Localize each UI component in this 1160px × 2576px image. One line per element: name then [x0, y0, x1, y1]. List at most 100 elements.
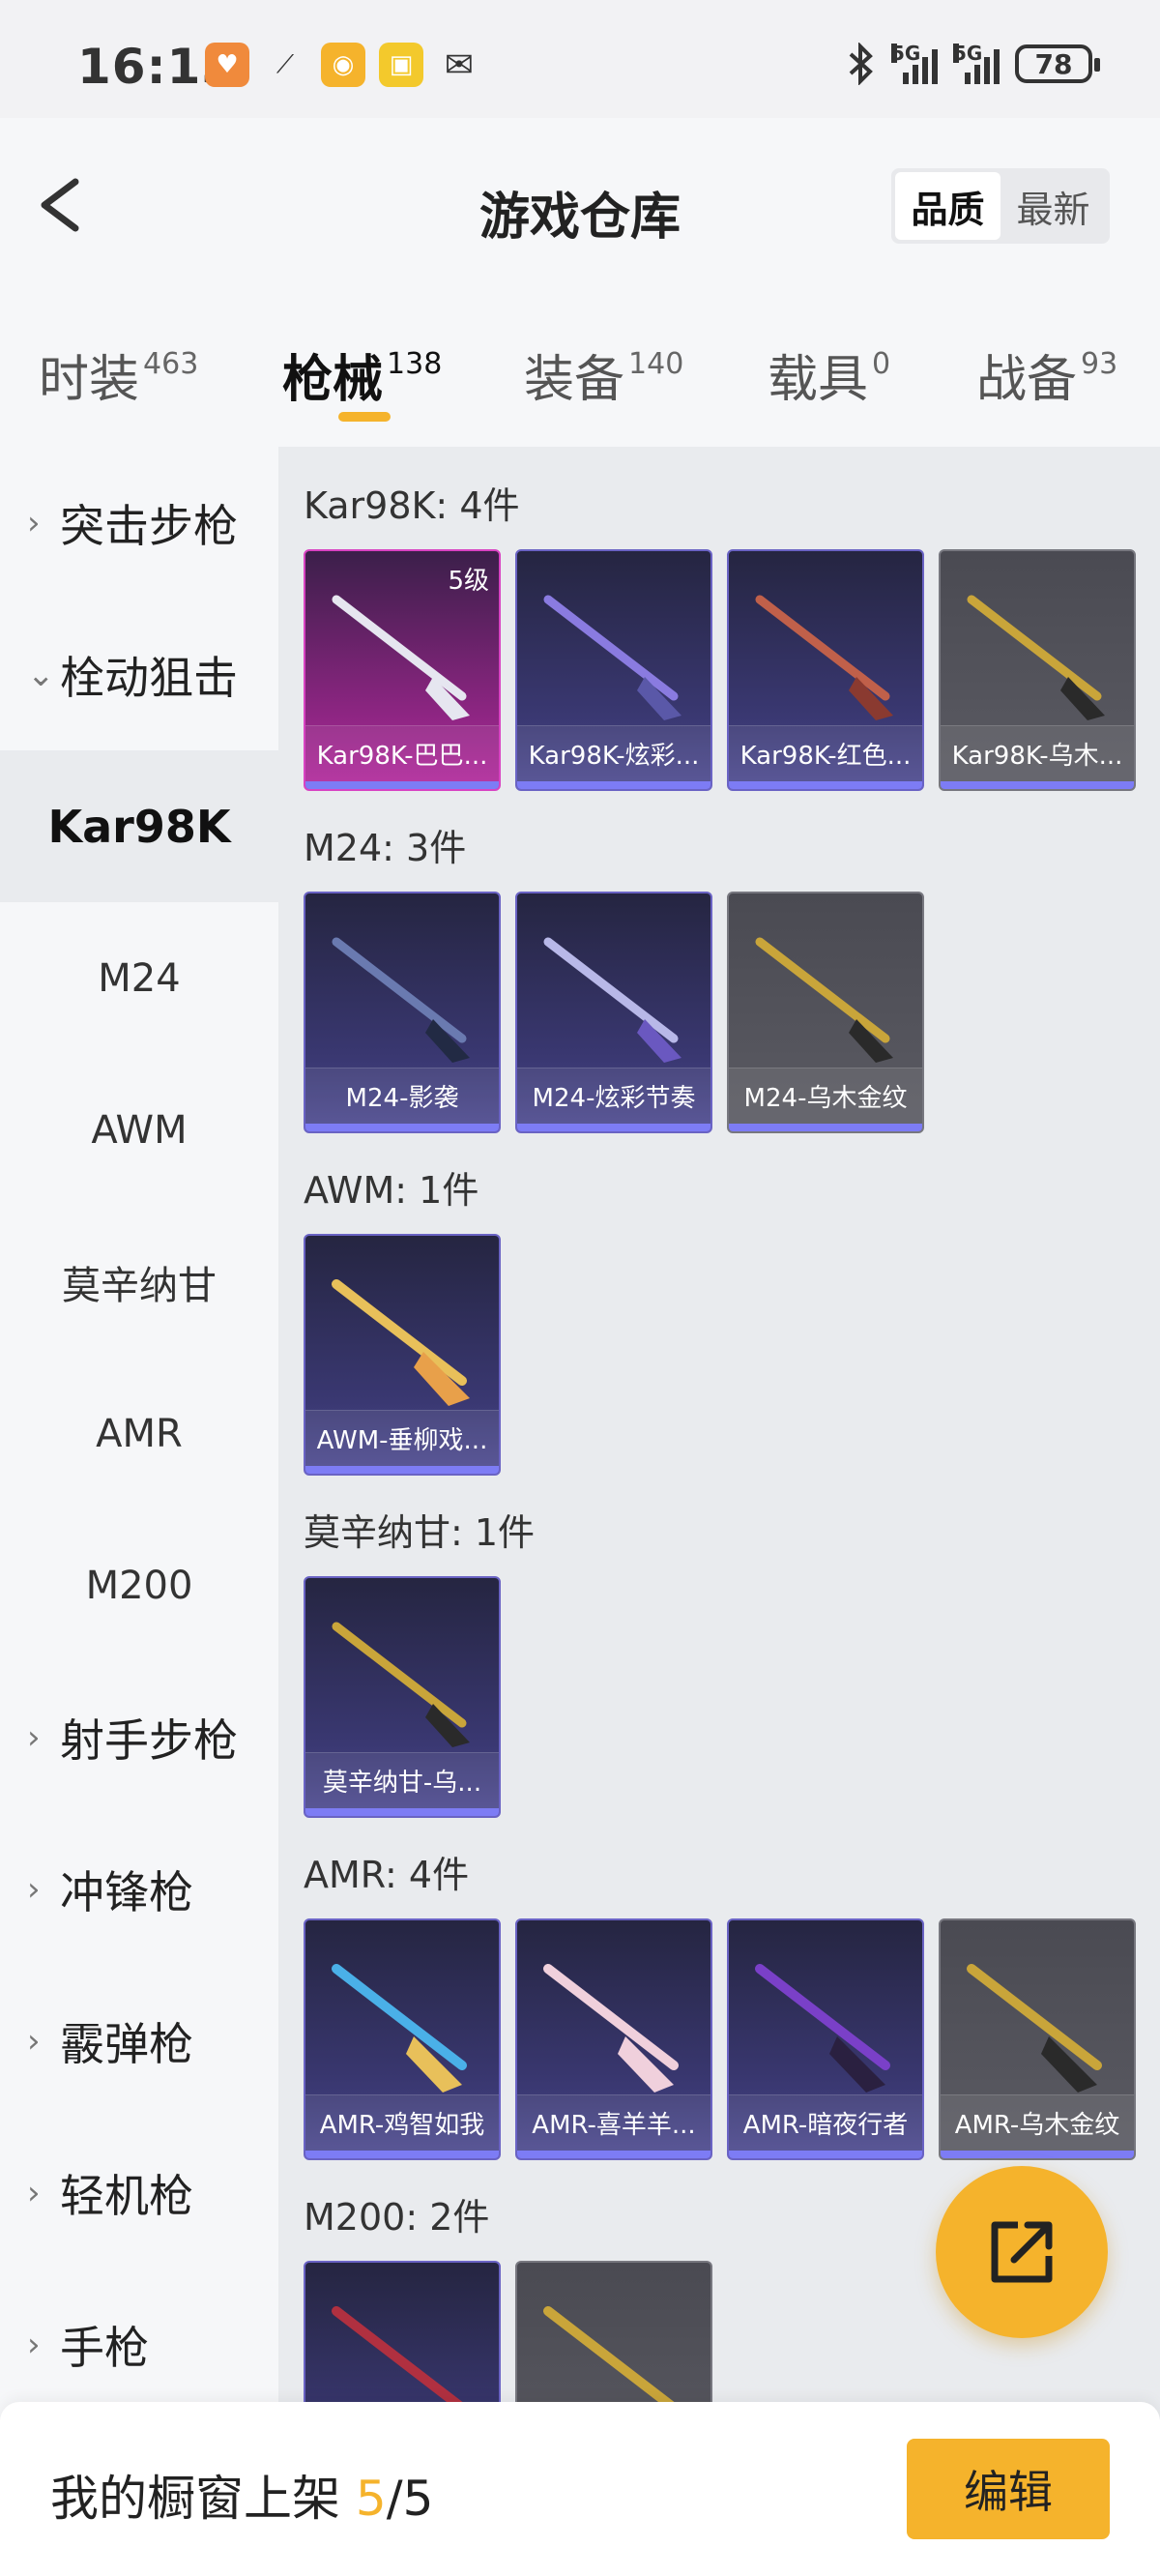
sort-quality-option[interactable]: 品质	[895, 172, 1000, 240]
rarity-bar	[305, 2151, 499, 2158]
weapon-card[interactable]: M24-炫彩节奏	[515, 892, 712, 1133]
sidebar-item-amr[interactable]: AMR	[0, 1358, 278, 1509]
rifle-icon	[755, 1964, 890, 2093]
signal-strength-1: 5G	[891, 44, 938, 84]
weapon-name: M24-乌木金纹	[729, 1068, 922, 1124]
rarity-bar	[305, 1808, 499, 1816]
weapon-name: Kar98K-红色...	[729, 725, 922, 781]
chevron-right-icon: ›	[27, 1717, 41, 1757]
rifle-icon	[332, 2306, 467, 2413]
rifle-icon	[332, 937, 470, 1063]
category-tabs: 时装 463 枪械 138 装备 140 载具 0 战备 93	[0, 292, 1160, 447]
sidebar-item-awm[interactable]: AWM	[0, 1054, 278, 1206]
weapon-name: 莫辛纳甘-乌...	[305, 1752, 499, 1808]
weapon-card[interactable]: AMR-喜羊羊...	[515, 1918, 712, 2160]
group-title-mosin-nagant: 莫辛纳甘: 1件	[304, 1511, 536, 1554]
level-badge: 5级	[448, 567, 489, 596]
weapon-card[interactable]: AMR-暗夜行者	[727, 1918, 924, 2160]
showcase-shelf-status: 我的橱窗上架 5/5	[50, 2471, 434, 2527]
rifle-icon	[543, 1964, 679, 2093]
weapon-card[interactable]	[515, 2261, 712, 2419]
weapon-card[interactable]: M24-乌木金纹	[727, 892, 924, 1133]
tab-equipment[interactable]: 装备 140	[524, 338, 683, 411]
weapon-card[interactable]: Kar98K-炫彩...	[515, 549, 712, 791]
share-button[interactable]	[936, 2166, 1108, 2338]
chevron-right-icon: ›	[27, 2173, 41, 2212]
rarity-bar	[941, 2151, 1134, 2158]
chevron-down-icon: ⌄	[27, 655, 55, 694]
weapon-category-sidebar: › 突击步枪 ⌄ 栓动狙击 Kar98K M24 AWM 莫辛纳甘 AMR M200…	[0, 447, 278, 2419]
status-indicators: 5G 5G 78	[847, 43, 1100, 85]
rarity-bar	[517, 781, 710, 789]
group-title-awm: AWM: 1件	[304, 1169, 479, 1212]
tab-supplies[interactable]: 战备 93	[976, 338, 1117, 411]
sidebar-item-assault-rifle[interactable]: › 突击步枪	[0, 447, 278, 599]
sort-latest-option[interactable]: 最新	[1000, 172, 1106, 240]
sidebar-item-smg[interactable]: › 冲锋枪	[0, 1813, 278, 1965]
sidebar-item-bolt-action-sniper[interactable]: ⌄ 栓动狙击	[0, 599, 278, 750]
group-title-amr: AMR: 4件	[304, 1854, 470, 1896]
shelf-total-count: /5	[386, 2471, 434, 2527]
tab-vehicles[interactable]: 载具 0	[768, 338, 890, 411]
weapon-card[interactable]	[304, 2261, 501, 2419]
group-title-kar98k: Kar98K: 4件	[304, 484, 520, 527]
rarity-bar	[305, 781, 499, 789]
link-app-icon: ⟋	[276, 49, 295, 79]
weapon-card[interactable]: Kar98K-乌木...	[939, 549, 1136, 791]
rarity-bar	[941, 781, 1134, 789]
chevron-right-icon: ›	[27, 2021, 41, 2061]
rarity-bar	[729, 1124, 922, 1131]
sidebar-item-m24[interactable]: M24	[0, 902, 278, 1054]
sidebar-item-m200[interactable]: M200	[0, 1509, 278, 1661]
active-tab-indicator	[338, 412, 391, 422]
status-bar: 16:13 ♥ ⟋ ◉ ▣ ✉ 5G 5G 78	[0, 0, 1160, 118]
rifle-icon	[332, 1279, 470, 1406]
rifle-icon	[332, 1622, 470, 1747]
weapon-name: AMR-鸡智如我	[305, 2094, 499, 2151]
sidebar-item-mosin-nagant[interactable]: 莫辛纳甘	[0, 1206, 278, 1358]
weapon-name: M24-影袭	[305, 1068, 499, 1124]
weapon-card[interactable]: AMR-乌木金纹	[939, 1918, 1136, 2160]
rarity-bar	[305, 1124, 499, 1131]
bluetooth-icon	[849, 43, 873, 85]
sidebar-item-lmg[interactable]: › 轻机枪	[0, 2117, 278, 2269]
share-icon	[991, 2221, 1053, 2283]
sidebar-item-kar98k[interactable]: Kar98K	[0, 750, 278, 902]
weapon-card[interactable]: AMR-鸡智如我	[304, 1918, 501, 2160]
wechat-app-icon: ✉	[444, 44, 475, 85]
weapon-card[interactable]: Kar98K-红色...	[727, 549, 924, 791]
rarity-bar	[305, 1466, 499, 1474]
rifle-icon	[332, 1964, 467, 2093]
weapon-name: AMR-暗夜行者	[729, 2094, 922, 2151]
battery-icon: 78	[1015, 44, 1100, 83]
weapon-name: Kar98K-炫彩...	[517, 725, 710, 781]
rarity-bar	[517, 2151, 710, 2158]
signal-strength-2: 5G	[953, 44, 1000, 84]
rifle-icon	[967, 595, 1105, 720]
weapon-grid: Kar98K: 4件 5级 Kar98K-巴巴... Kar98K-炫彩... …	[278, 447, 1160, 2419]
taobao-app-icon: ♥	[205, 43, 249, 87]
rarity-bar	[517, 1124, 710, 1131]
edit-button[interactable]: 编辑	[907, 2439, 1110, 2539]
rifle-icon	[543, 937, 682, 1063]
rifle-icon	[543, 595, 682, 720]
bottom-bar: 我的橱窗上架 5/5 编辑	[0, 2402, 1160, 2576]
weibo-app-icon: ◉	[321, 43, 365, 87]
weapon-name: M24-炫彩节奏	[517, 1068, 710, 1124]
weapon-card[interactable]: AWM-垂柳戏...	[304, 1234, 501, 1476]
sidebar-item-pistol[interactable]: › 手枪	[0, 2269, 278, 2420]
group-title-m200: M200: 2件	[304, 2196, 490, 2239]
weapon-card[interactable]: 莫辛纳甘-乌...	[304, 1576, 501, 1818]
weapon-name: AMR-乌木金纹	[941, 2094, 1134, 2151]
weapon-card[interactable]: M24-影袭	[304, 892, 501, 1133]
sidebar-item-shotgun[interactable]: › 霰弹枪	[0, 1965, 278, 2117]
weapon-card[interactable]: 5级 Kar98K-巴巴...	[304, 549, 501, 791]
rifle-icon	[967, 1964, 1102, 2093]
rarity-bar	[729, 781, 922, 789]
tab-firearms[interactable]: 枪械 138	[282, 338, 442, 411]
group-title-m24: M24: 3件	[304, 827, 467, 869]
tab-fashion[interactable]: 时装 463	[39, 338, 198, 411]
sidebar-item-marksman-rifle[interactable]: › 射手步枪	[0, 1661, 278, 1813]
weapon-name: AWM-垂柳戏...	[305, 1410, 499, 1466]
chevron-right-icon: ›	[27, 503, 41, 542]
